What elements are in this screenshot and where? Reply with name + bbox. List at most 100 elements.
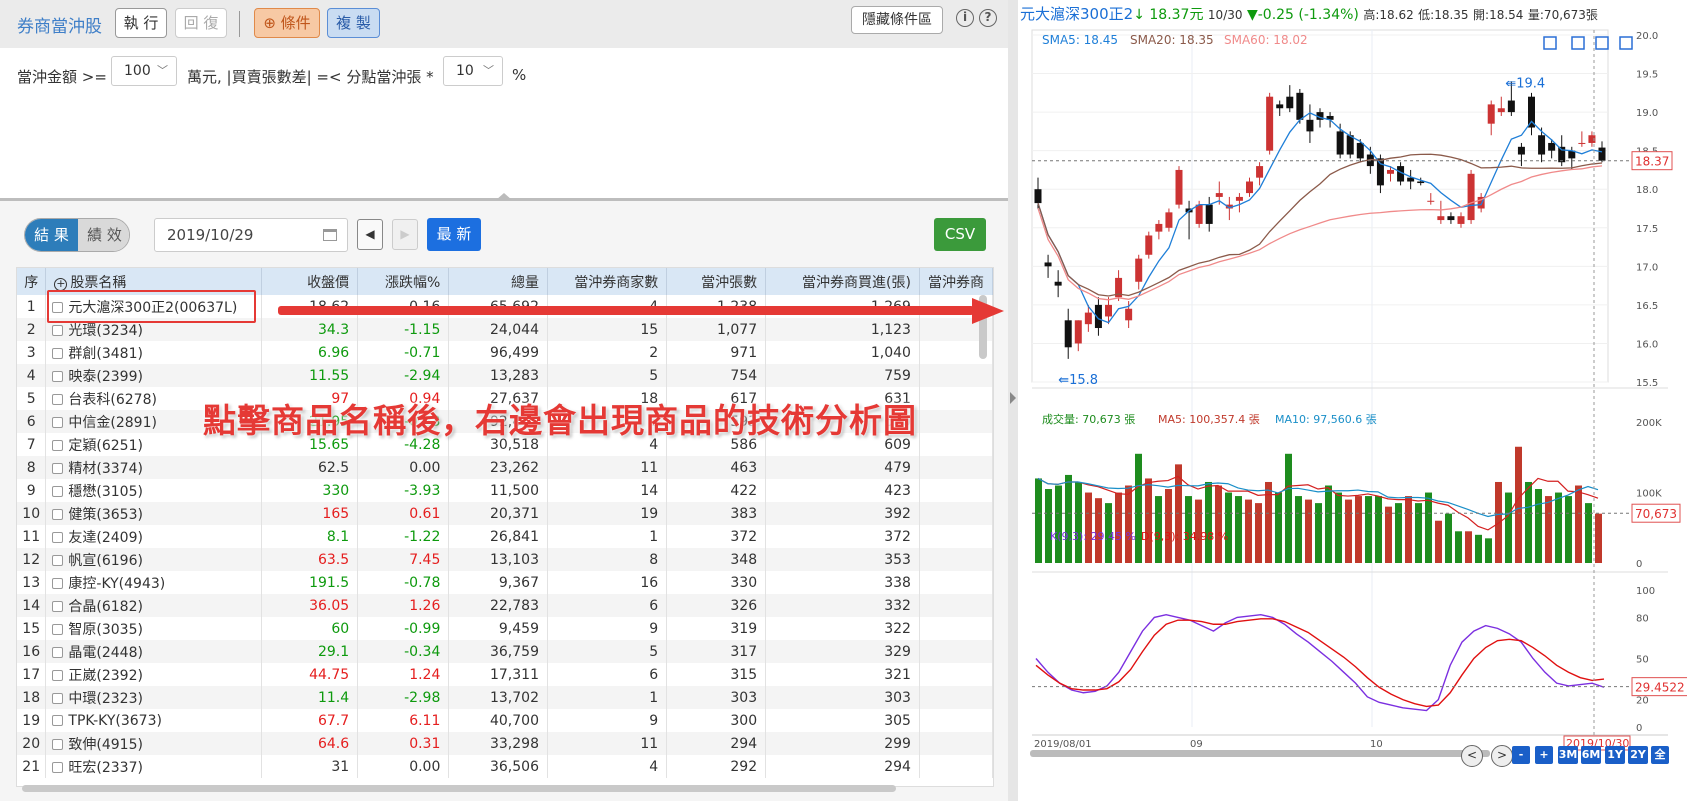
column-header[interactable]: 當沖張數 xyxy=(666,268,767,295)
timeframe-2Y-button[interactable]: 2Y xyxy=(1628,746,1648,764)
table-row[interactable]: 17 正崴(2392) 44.75 1.24 17,311 6 315 321 xyxy=(17,663,993,686)
row-checkbox[interactable] xyxy=(52,714,64,726)
stock-name-cell[interactable]: 穩懋(3105) xyxy=(45,479,262,502)
timeframe-全-button[interactable]: 全 xyxy=(1651,746,1669,764)
timeframe-1Y-button[interactable]: 1Y xyxy=(1605,746,1625,764)
column-header[interactable]: 序 xyxy=(17,268,47,295)
tab-performance[interactable]: 績 效 xyxy=(78,219,129,251)
row-checkbox[interactable] xyxy=(52,416,64,428)
amount-select[interactable]: 100 ﹀ xyxy=(111,56,177,86)
undo-button[interactable]: 回 復 xyxy=(175,8,227,38)
row-checkbox[interactable] xyxy=(52,692,64,704)
timeframe-3M-button[interactable]: 3M xyxy=(1558,746,1578,764)
row-checkbox[interactable] xyxy=(52,738,64,750)
row-checkbox[interactable] xyxy=(52,439,64,451)
condition-button[interactable]: ⊕ 條件 xyxy=(254,8,320,38)
table-row[interactable]: 21 旺宏(2337) 31 0.00 36,506 4 292 294 xyxy=(17,755,993,778)
stock-name-cell[interactable]: 友達(2409) xyxy=(45,525,262,548)
row-checkbox[interactable] xyxy=(52,600,64,612)
row-checkbox[interactable] xyxy=(52,508,64,520)
row-checkbox[interactable] xyxy=(52,462,64,474)
timeframe-6M-button[interactable]: 6M xyxy=(1581,746,1601,764)
table-row[interactable]: 9 穩懋(3105) 330 -3.93 11,500 14 422 423 xyxy=(17,479,993,502)
table-row[interactable]: 13 康控-KY(4943) 191.5 -0.78 9,367 16 330 338 xyxy=(17,571,993,594)
row-checkbox[interactable] xyxy=(52,554,64,566)
table-row[interactable]: 11 友達(2409) 8.1 -1.22 26,841 1 372 372 xyxy=(17,525,993,548)
row-checkbox[interactable] xyxy=(52,393,64,405)
collapse-handle-icon[interactable] xyxy=(496,193,512,200)
column-header[interactable]: 收盤價 xyxy=(261,268,359,295)
row-checkbox[interactable] xyxy=(52,485,64,497)
change-pct-cell: -1.22 xyxy=(357,525,450,548)
column-header[interactable]: 總量 xyxy=(448,268,548,295)
stock-name-cell[interactable]: 致伸(4915) xyxy=(45,732,262,755)
date-field[interactable]: 2019/10/29 xyxy=(154,218,348,252)
tab-result[interactable]: 結 果 xyxy=(25,219,78,251)
table-row[interactable]: 19 TPK-KY(3673) 67.7 6.11 40,700 9 300 305 xyxy=(17,709,993,732)
add-column-icon[interactable]: + xyxy=(54,277,68,291)
stock-name-cell[interactable]: 健策(3653) xyxy=(45,502,262,525)
scroll-left-icon[interactable]: < xyxy=(1461,745,1483,767)
table-row[interactable]: 15 智原(3035) 60 -0.99 9,459 9 319 322 xyxy=(17,617,993,640)
row-checkbox[interactable] xyxy=(52,646,64,658)
calendar-icon[interactable] xyxy=(323,229,337,241)
stock-name-cell[interactable]: 正崴(2392) xyxy=(45,663,262,686)
csv-export-button[interactable]: CSV xyxy=(934,218,986,251)
stock-name-cell[interactable]: 智原(3035) xyxy=(45,617,262,640)
stock-name-cell[interactable]: 康控-KY(4943) xyxy=(45,571,262,594)
info-icon[interactable]: i xyxy=(956,9,974,27)
table-row[interactable]: 10 健策(3653) 165 0.61 20,371 19 383 392 xyxy=(17,502,993,525)
previous-day-button[interactable]: ◀ xyxy=(357,219,383,250)
copy-button[interactable]: 複 製 xyxy=(327,8,380,38)
row-checkbox[interactable] xyxy=(52,370,64,382)
expand-arrow-icon[interactable] xyxy=(1010,392,1016,404)
row-checkbox[interactable] xyxy=(52,669,64,681)
horizontal-scrollbar[interactable] xyxy=(22,785,896,792)
row-checkbox[interactable] xyxy=(52,531,64,543)
scroll-right-icon[interactable]: > xyxy=(1491,745,1513,767)
technical-chart[interactable]: 20.019.519.018.518.017.517.016.516.015.5… xyxy=(1018,0,1687,801)
stock-name-cell[interactable]: 帆宣(6196) xyxy=(45,548,262,571)
table-row[interactable]: 4 映泰(2399) 11.55 -2.94 13,283 5 754 759 xyxy=(17,364,993,387)
table-row[interactable]: 20 致伸(4915) 64.6 0.31 33,298 11 294 299 xyxy=(17,732,993,755)
column-header-label: 股票名稱 xyxy=(70,274,127,291)
column-header[interactable]: 當沖券商 xyxy=(919,268,993,295)
help-icon[interactable]: ? xyxy=(979,9,997,27)
table-row[interactable]: 14 合晶(6182) 36.05 1.26 22,783 6 326 332 xyxy=(17,594,993,617)
percent-value: 10 xyxy=(456,63,474,79)
stock-name-cell[interactable]: 群創(3481) xyxy=(45,341,262,364)
run-button[interactable]: 執 行 xyxy=(115,8,167,38)
next-day-button[interactable]: ▶ xyxy=(392,219,418,250)
stock-name-cell[interactable]: 映泰(2399) xyxy=(45,364,262,387)
column-header[interactable]: 當沖券商家數 xyxy=(547,268,668,295)
cell-text: -1.15 xyxy=(404,321,441,338)
row-checkbox[interactable] xyxy=(52,347,64,359)
stock-name-cell[interactable]: 中環(2323) xyxy=(45,686,262,709)
stock-name-cell[interactable]: 合晶(6182) xyxy=(45,594,262,617)
date-value: 2019/10/29 xyxy=(167,226,254,244)
row-checkbox[interactable] xyxy=(52,623,64,635)
table-row[interactable]: 12 帆宣(6196) 63.5 7.45 13,103 8 348 353 xyxy=(17,548,993,571)
hide-condition-button[interactable]: 隱藏條件區 xyxy=(851,6,943,34)
stock-name-cell[interactable]: 精材(3374) xyxy=(45,456,262,479)
table-row[interactable]: 8 精材(3374) 62.5 0.00 23,262 11 463 479 xyxy=(17,456,993,479)
stock-name-cell[interactable]: 旺宏(2337) xyxy=(45,755,262,778)
cell-text: 322 xyxy=(884,620,911,637)
volume-bar xyxy=(1505,492,1512,563)
table-row[interactable]: 3 群創(3481) 6.96 -0.71 96,499 2 971 1,040 xyxy=(17,341,993,364)
row-checkbox[interactable] xyxy=(52,577,64,589)
stock-name-cell[interactable]: TPK-KY(3673) xyxy=(45,709,262,732)
percent-select[interactable]: 10 ﹀ xyxy=(443,56,503,86)
column-header[interactable]: 漲跌幅% xyxy=(357,268,450,295)
column-header[interactable]: 當沖券商買進(張) xyxy=(765,268,920,295)
latest-button[interactable]: 最 新 xyxy=(427,218,481,251)
row-checkbox[interactable] xyxy=(52,761,64,773)
table-row[interactable]: 16 晶電(2448) 29.1 -0.34 36,759 5 317 329 xyxy=(17,640,993,663)
chart-scrollbar[interactable] xyxy=(1030,750,1490,757)
stock-name-cell[interactable]: 晶電(2448) xyxy=(45,640,262,663)
row-checkbox[interactable] xyxy=(52,324,64,336)
timeframe-zoom-out-button[interactable]: - xyxy=(1512,746,1530,764)
timeframe-zoom-in-button[interactable]: + xyxy=(1535,746,1553,764)
kd-tick-label: 0 xyxy=(1636,723,1642,734)
table-row[interactable]: 18 中環(2323) 11.4 -2.98 13,702 1 303 303 xyxy=(17,686,993,709)
